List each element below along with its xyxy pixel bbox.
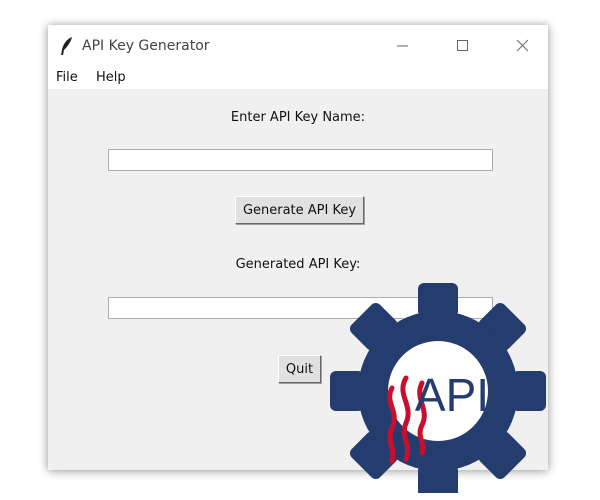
close-button[interactable] xyxy=(493,25,553,67)
minimize-icon xyxy=(397,45,408,47)
menu-file[interactable]: File xyxy=(56,70,78,85)
api-gear-logo: API xyxy=(330,283,546,493)
generate-api-key-button[interactable]: Generate API Key xyxy=(235,196,364,224)
window-title: API Key Generator xyxy=(82,38,210,54)
menu-help[interactable]: Help xyxy=(96,70,126,85)
title-bar[interactable]: API Key Generator xyxy=(48,25,548,67)
api-key-name-input[interactable] xyxy=(108,149,493,171)
api-logo-text: API xyxy=(415,369,489,421)
maximize-button[interactable] xyxy=(433,25,493,67)
api-key-name-label: Enter API Key Name: xyxy=(230,110,366,125)
menu-bar: File Help xyxy=(48,67,548,89)
minimize-button[interactable] xyxy=(373,25,433,67)
quit-button[interactable]: Quit xyxy=(278,355,321,383)
generated-api-key-label: Generated API Key: xyxy=(235,257,361,272)
maximize-icon xyxy=(457,40,468,51)
close-icon xyxy=(516,39,529,52)
feather-icon xyxy=(61,37,72,55)
